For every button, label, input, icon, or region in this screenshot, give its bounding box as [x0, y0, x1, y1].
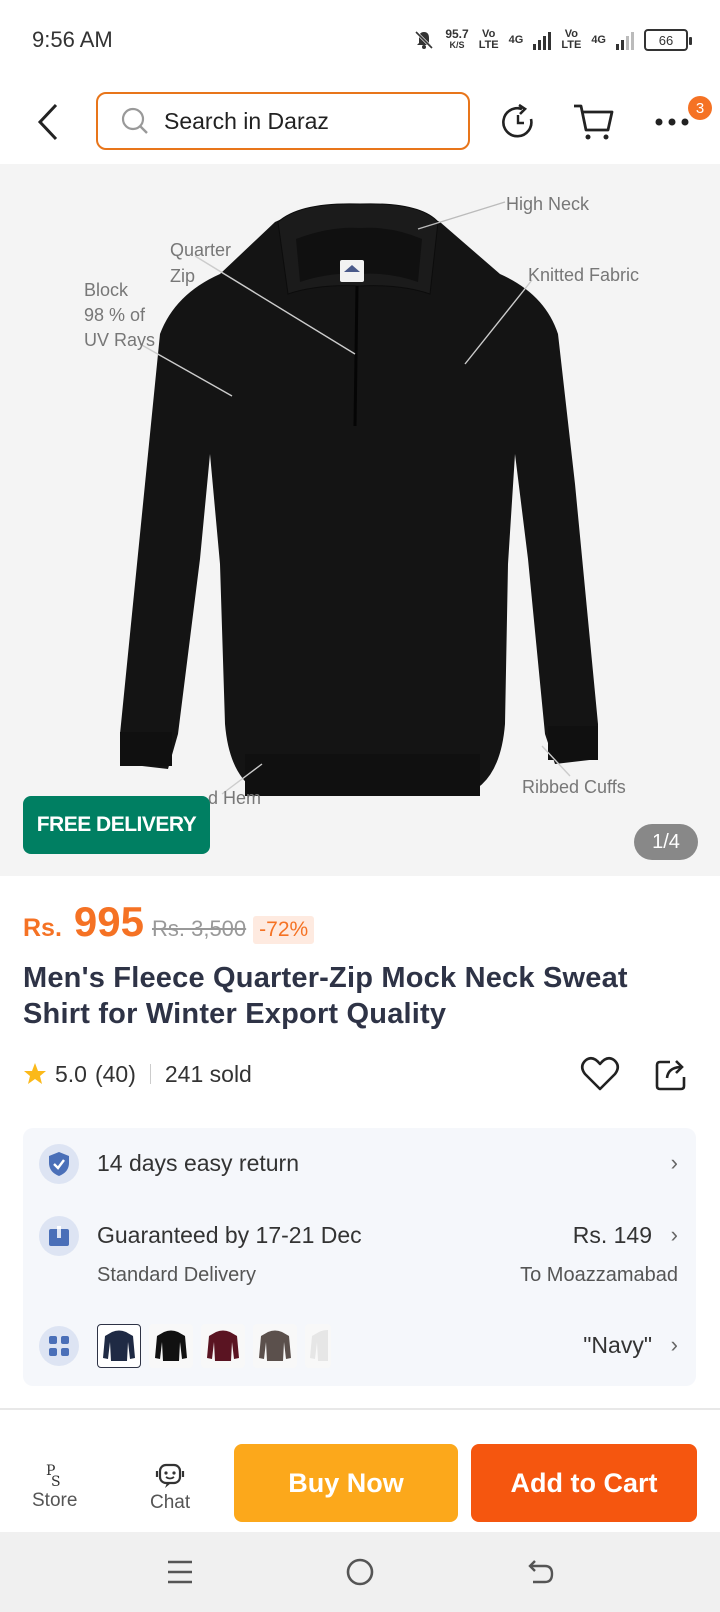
- chevron-right-icon[interactable]: ›: [671, 1222, 678, 1248]
- store-button[interactable]: P S Store: [32, 1462, 77, 1512]
- mute-bell-icon: [415, 30, 434, 50]
- battery-level: 66: [658, 32, 674, 48]
- variant-thumb-navy[interactable]: [97, 1324, 141, 1368]
- rating-value: 5.0: [55, 1060, 87, 1087]
- sim2-gen: 4G: [591, 33, 606, 46]
- callout-ribbed-cuffs: Ribbed Cuffs: [522, 777, 626, 797]
- status-bar: 9:56 AM 95.7 K/S Vo LTE 4G Vo LTE 4G 66: [0, 0, 720, 80]
- delivery-info-card: 14 days easy return › Guaranteed by 17-2…: [23, 1128, 696, 1386]
- callout-block-3: UV Rays: [84, 330, 156, 350]
- system-nav-bar: [0, 1532, 720, 1612]
- share-icon: [655, 1060, 686, 1091]
- cart-icon: [574, 104, 614, 140]
- callout-block-1: Block: [84, 280, 129, 300]
- svg-text:S: S: [51, 1474, 61, 1488]
- callout-quarter-zip-1: Quarter: [170, 240, 232, 260]
- delivery-fee[interactable]: Rs. 149: [573, 1222, 652, 1249]
- store-label: Store: [32, 1490, 78, 1511]
- heart-icon: [580, 1056, 620, 1091]
- search-icon: [121, 107, 148, 134]
- sim1-volte: Vo LTE: [478, 28, 499, 51]
- variants-grid-icon: [39, 1326, 79, 1366]
- discount-badge: -72%: [253, 916, 315, 944]
- signal-icon-2: [616, 30, 634, 50]
- variant-thumb-white[interactable]: [305, 1324, 331, 1368]
- sim2-volte: Vo LTE: [561, 28, 582, 51]
- status-icons: 95.7 K/S Vo LTE 4G Vo LTE 4G 66: [413, 27, 692, 51]
- net-speed: 95.7 K/S: [445, 27, 469, 50]
- battery-icon: 66: [644, 29, 692, 51]
- callout-high-neck: High Neck: [506, 194, 590, 214]
- callout-block-2: 98 % of: [84, 305, 146, 325]
- image-counter: 1/4: [634, 824, 698, 860]
- home-circle-icon: [346, 1558, 374, 1586]
- delivery-destination[interactable]: To Moazzamabad: [520, 1264, 678, 1287]
- back-button[interactable]: [28, 100, 68, 144]
- chat-button[interactable]: Chat: [150, 1462, 190, 1514]
- more-dots-icon: [655, 118, 689, 126]
- refresh-icon: [502, 103, 533, 138]
- product-image-gallery[interactable]: High Neck Quarter Zip Knitted Fabric Blo…: [0, 164, 720, 876]
- recent-apps-button[interactable]: [160, 1552, 200, 1592]
- store-icon: P S: [46, 1463, 61, 1488]
- home-button[interactable]: [340, 1552, 380, 1592]
- wishlist-button[interactable]: [578, 1052, 622, 1096]
- rating-row[interactable]: 5.0 (40) 241 sold: [23, 1056, 252, 1092]
- section-divider: [0, 1408, 720, 1410]
- delivery-guarantee[interactable]: Guaranteed by 17-21 Dec: [97, 1222, 362, 1249]
- product-title: Men's Fleece Quarter-Zip Mock Neck Sweat…: [23, 962, 628, 1030]
- chevron-right-icon[interactable]: ›: [671, 1150, 678, 1176]
- status-time: 9:56 AM: [32, 27, 113, 52]
- search-placeholder: Search in Daraz: [164, 107, 329, 134]
- signal-icon-1: [533, 30, 552, 50]
- selected-variant[interactable]: "Navy": [583, 1332, 652, 1359]
- callout-knitted-fabric: Knitted Fabric: [528, 265, 640, 285]
- price-row: Rs. 995 Rs. 3,500 -72%: [23, 898, 315, 946]
- back-nav-icon: [528, 1560, 554, 1584]
- star-icon: [24, 1063, 46, 1084]
- buy-now-button[interactable]: Buy Now: [234, 1444, 458, 1522]
- currency-label: Rs.: [23, 914, 62, 942]
- cart-button[interactable]: [570, 98, 618, 146]
- chat-label: Chat: [150, 1492, 191, 1513]
- history-button[interactable]: [494, 98, 542, 146]
- variant-thumb-black[interactable]: [149, 1324, 193, 1368]
- review-count: (40): [94, 1060, 136, 1087]
- delivery-box-icon: [39, 1216, 79, 1256]
- share-button[interactable]: [650, 1052, 694, 1096]
- current-price: 995: [73, 898, 144, 945]
- back-nav-button[interactable]: [520, 1552, 560, 1592]
- chat-icon: [155, 1463, 185, 1488]
- top-header: Search in Daraz: [0, 82, 720, 162]
- return-shield-icon: [39, 1144, 79, 1184]
- variant-thumb-maroon[interactable]: [201, 1324, 245, 1368]
- sold-count: 241 sold: [164, 1060, 252, 1087]
- chevron-right-icon[interactable]: ›: [671, 1332, 678, 1358]
- returns-policy[interactable]: 14 days easy return: [97, 1150, 299, 1177]
- divider: [149, 1064, 151, 1084]
- menu-lines-icon: [168, 1560, 192, 1584]
- variant-thumb-brown[interactable]: [253, 1324, 297, 1368]
- delivery-type: Standard Delivery: [97, 1264, 256, 1286]
- search-input[interactable]: Search in Daraz: [96, 92, 470, 150]
- callout-hem: d Hem: [208, 788, 262, 808]
- add-to-cart-button[interactable]: Add to Cart: [471, 1444, 697, 1522]
- free-delivery-badge: FREE DELIVERY: [23, 796, 210, 854]
- sim1-gen: 4G: [508, 33, 524, 46]
- original-price: Rs. 3,500: [151, 916, 247, 941]
- notification-badge: 3: [688, 96, 712, 120]
- callout-quarter-zip-2: Zip: [170, 266, 196, 286]
- bottom-action-bar: P S Store Chat Buy Now Add to Cart: [0, 1432, 720, 1532]
- back-arrow-icon: [37, 103, 58, 141]
